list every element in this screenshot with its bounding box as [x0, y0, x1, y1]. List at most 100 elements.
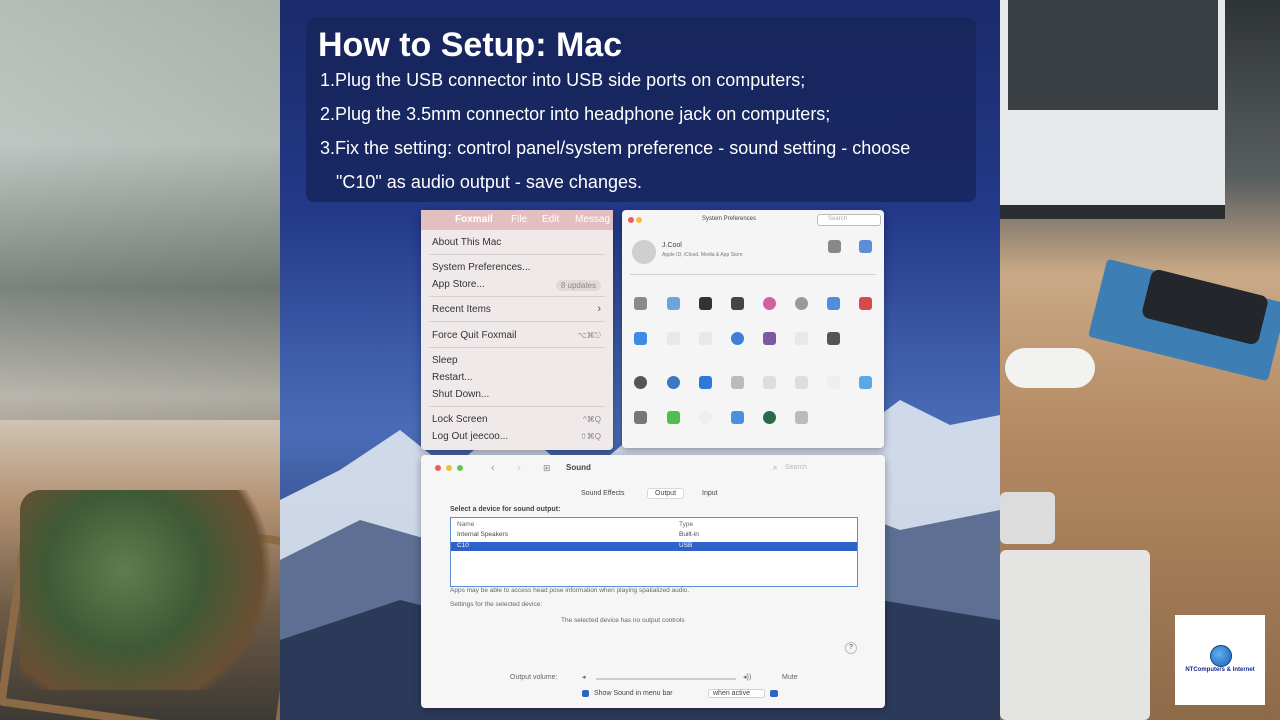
extensions-icon[interactable]: [795, 332, 808, 345]
mouse-pref-icon[interactable]: [827, 376, 840, 389]
family-sharing-icon[interactable]: [859, 240, 872, 253]
menu-divider: [429, 296, 605, 297]
background-right-photo: [1000, 0, 1280, 720]
forward-icon[interactable]: ›: [517, 462, 521, 474]
speaker-high-icon: ◂)): [743, 674, 752, 681]
step-3-continued: "C10" as audio output - save changes.: [336, 172, 642, 192]
desktop-pref-icon[interactable]: [667, 297, 680, 310]
grid-view-icon[interactable]: ⊞: [543, 463, 551, 474]
notifications-icon[interactable]: [859, 297, 872, 310]
phone-small: [1000, 492, 1055, 544]
minimize-window-icon[interactable]: [636, 217, 642, 223]
speaker-low-icon: ◂: [582, 674, 586, 681]
menubar-file[interactable]: File: [511, 214, 527, 225]
menubar-edit[interactable]: Edit: [542, 214, 559, 225]
menu-item-log-out[interactable]: Log Out jeecoo...: [432, 431, 508, 442]
user-subtitle: Apple ID, iCloud, Media & App Store: [662, 252, 743, 258]
menu-item-sleep[interactable]: Sleep: [432, 355, 458, 366]
settings-label: Settings for the selected device:: [450, 601, 543, 608]
screen-time-icon[interactable]: [763, 332, 776, 345]
startup-disk-icon[interactable]: [795, 411, 808, 424]
network-icon[interactable]: [667, 376, 680, 389]
spotlight-icon[interactable]: [795, 297, 808, 310]
battery-icon[interactable]: [667, 411, 680, 424]
menu-item-app-store[interactable]: App Store...: [432, 279, 485, 290]
menu-item-force-quit[interactable]: Force Quit Foxmail: [432, 330, 516, 341]
chevron-down-icon[interactable]: [770, 690, 778, 697]
users-groups-icon[interactable]: [699, 332, 712, 345]
printers-icon[interactable]: [634, 411, 647, 424]
user-name: J.Cool: [662, 242, 682, 249]
bluetooth-icon[interactable]: [699, 376, 712, 389]
search-icon[interactable]: ⌕: [773, 463, 777, 473]
monitor: [1000, 0, 1225, 219]
date-time-icon[interactable]: [699, 411, 712, 424]
menu-item-restart[interactable]: Restart...: [432, 372, 473, 383]
force-quit-shortcut: ⌥⌘⎋: [577, 331, 601, 340]
zoom-window-icon[interactable]: [457, 465, 463, 471]
search-field[interactable]: Search: [817, 214, 881, 226]
menubar-option-select[interactable]: when active: [708, 689, 765, 698]
tab-output[interactable]: Output: [647, 488, 685, 499]
tab-input[interactable]: Input: [702, 490, 718, 497]
system-preferences-screenshot: System Preferences Search J.Cool Apple I…: [622, 210, 884, 448]
column-header-name: Name: [457, 521, 475, 528]
security-icon[interactable]: [827, 332, 840, 345]
search-placeholder: Search: [828, 216, 848, 222]
device-list[interactable]: Name Type Internal Speakers Built-in C10…: [450, 517, 858, 587]
volume-slider[interactable]: [596, 678, 736, 680]
menu-divider: [429, 321, 605, 322]
plant: [20, 490, 280, 690]
device-name[interactable]: Internal Speakers: [457, 531, 508, 538]
updates-badge: 8 updates: [555, 280, 601, 291]
avatar[interactable]: [632, 240, 656, 264]
menu-item-about[interactable]: About This Mac: [432, 237, 501, 248]
trackpad-pref-icon[interactable]: [795, 376, 808, 389]
language-pref-icon[interactable]: [827, 297, 840, 310]
brand-logo-text: NTComputers & Internet: [1185, 667, 1255, 673]
menubar-app[interactable]: Foxmail: [455, 214, 493, 225]
time-machine-icon[interactable]: [763, 411, 776, 424]
menu-item-recent-items[interactable]: Recent Items: [432, 304, 491, 315]
step-1: 1.Plug the USB connector into USB side p…: [320, 70, 806, 90]
menu-divider: [429, 406, 605, 407]
close-window-icon[interactable]: [628, 217, 634, 223]
table-row-selected[interactable]: C10 USB: [451, 542, 857, 551]
apple-id-icon[interactable]: [828, 240, 841, 253]
show-sound-checkbox[interactable]: [582, 690, 589, 697]
minimize-window-icon[interactable]: [446, 465, 452, 471]
chevron-right-icon: ›: [597, 303, 601, 315]
general-pref-icon[interactable]: [634, 297, 647, 310]
dock-pref-icon[interactable]: [699, 297, 712, 310]
accessibility-icon[interactable]: [731, 332, 744, 345]
sound-pref-icon[interactable]: [731, 376, 744, 389]
internet-accounts-icon[interactable]: [634, 332, 647, 345]
back-icon[interactable]: ‹: [491, 462, 495, 474]
software-update-icon[interactable]: [634, 376, 647, 389]
passwords-icon[interactable]: [667, 332, 680, 345]
menu-item-system-preferences[interactable]: System Preferences...: [432, 262, 530, 273]
column-header-type: Type: [679, 521, 694, 528]
menu-item-lock-screen[interactable]: Lock Screen: [432, 414, 488, 425]
help-button[interactable]: ?: [845, 642, 857, 654]
no-controls-message: The selected device has no output contro…: [561, 617, 685, 624]
monitor-screen: [1008, 0, 1218, 110]
search-placeholder[interactable]: Search: [785, 464, 807, 471]
siri-icon[interactable]: [763, 297, 776, 310]
display-pref-icon[interactable]: [859, 376, 872, 389]
keyboard-pref-icon[interactable]: [763, 376, 776, 389]
menu-divider: [429, 254, 605, 255]
step-2: 2.Plug the 3.5mm connector into headphon…: [320, 104, 831, 124]
brand-logo: NTComputers & Internet: [1175, 615, 1265, 705]
menu-item-shut-down[interactable]: Shut Down...: [432, 389, 489, 400]
menubar-message[interactable]: Messag: [575, 214, 610, 225]
window-blur: [0, 0, 280, 420]
mission-control-icon[interactable]: [731, 297, 744, 310]
window-title: Sound: [566, 463, 591, 472]
device-name[interactable]: C10: [457, 542, 469, 549]
tab-sound-effects[interactable]: Sound Effects: [581, 490, 624, 497]
close-window-icon[interactable]: [435, 465, 441, 471]
menu-divider: [429, 347, 605, 348]
sharing-icon[interactable]: [731, 411, 744, 424]
keyboard: [1000, 550, 1150, 720]
